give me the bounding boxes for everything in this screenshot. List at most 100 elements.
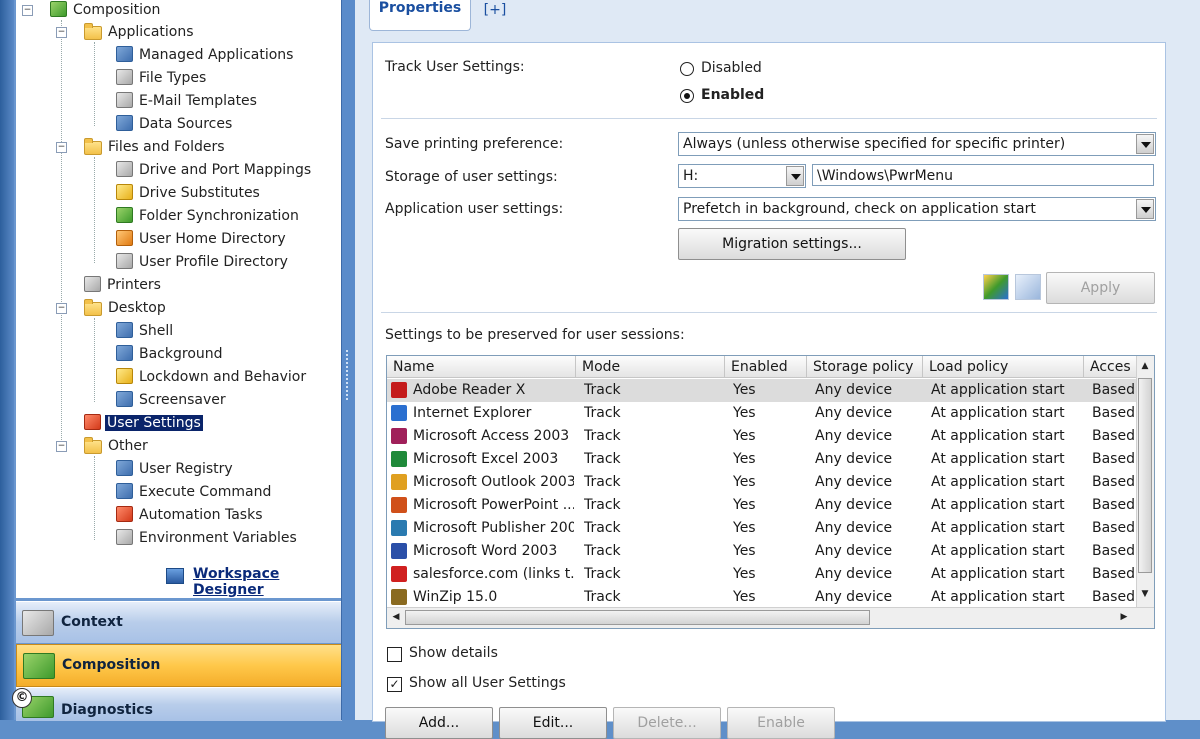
collapse-icon[interactable]: −: [56, 27, 67, 38]
scroll-right-icon[interactable]: ▶: [1117, 609, 1131, 625]
table-row[interactable]: WinZip 15.0 Track Yes Any device At applicat…: [387, 586, 1137, 609]
table-row[interactable]: Adobe Reader X Track Yes Any device At appli…: [387, 379, 1137, 402]
table-row[interactable]: Microsoft Word 2003 Track Yes Any device At …: [387, 540, 1137, 563]
tree-item-email-templates[interactable]: E-Mail Templates: [116, 90, 259, 112]
tab-properties[interactable]: Properties: [369, 0, 471, 31]
table-row[interactable]: Microsoft Publisher 2003 Track Yes Any devi…: [387, 517, 1137, 540]
profile-directory-icon: [116, 253, 133, 269]
tree-item-drive-substitutes[interactable]: Drive Substitutes: [116, 182, 262, 204]
table-row[interactable]: Microsoft PowerPoint ... Track Yes Any devi…: [387, 494, 1137, 517]
enable-button[interactable]: Enable: [727, 707, 835, 739]
table-cell: Track: [584, 566, 621, 582]
tree-item-data-sources[interactable]: Data Sources: [116, 113, 234, 135]
scroll-down-icon[interactable]: ▼: [1138, 586, 1152, 602]
drive-substitutes-icon: [116, 184, 133, 200]
column-header[interactable]: Name: [387, 356, 576, 378]
chevron-down-icon[interactable]: [1136, 199, 1154, 219]
composition-icon: [23, 653, 55, 679]
column-header[interactable]: Storage policy: [807, 356, 923, 378]
table-row[interactable]: Microsoft Access 2003 Track Yes Any device A…: [387, 425, 1137, 448]
delete-button[interactable]: Delete...: [613, 707, 721, 739]
show-all-label[interactable]: Show all User Settings: [409, 675, 566, 691]
pane-splitter[interactable]: [341, 0, 356, 720]
collapse-icon[interactable]: −: [56, 441, 67, 452]
workspace-designer-link[interactable]: Workspace Designer: [193, 566, 341, 598]
show-details-label[interactable]: Show details: [409, 645, 498, 661]
radio-disabled[interactable]: [680, 62, 694, 76]
scroll-thumb[interactable]: [1138, 378, 1152, 573]
column-header[interactable]: Enabled: [725, 356, 807, 378]
column-header[interactable]: Acces: [1084, 356, 1144, 378]
table-cell: WinZip 15.0: [413, 589, 498, 605]
table-cell: Based: [1092, 497, 1135, 513]
tree-item-folder-synchronization[interactable]: Folder Synchronization: [116, 205, 301, 227]
column-header[interactable]: Load policy: [923, 356, 1084, 378]
scroll-thumb[interactable]: [405, 610, 870, 625]
table-row[interactable]: Microsoft Excel 2003 Track Yes Any device At…: [387, 448, 1137, 471]
table-cell: Yes: [733, 474, 756, 490]
tree-item-screensaver[interactable]: Screensaver: [116, 389, 228, 411]
vertical-scrollbar[interactable]: ▲ ▼: [1136, 356, 1154, 607]
save-printing-select[interactable]: Always (unless otherwise specified for s…: [678, 132, 1156, 156]
tree-item-environment-variables[interactable]: Environment Variables: [116, 527, 299, 549]
add-button[interactable]: Add...: [385, 707, 493, 739]
tree-item-automation-tasks[interactable]: Automation Tasks: [116, 504, 265, 526]
table-row[interactable]: Internet Explorer Track Yes Any device At ap…: [387, 402, 1137, 425]
tree-item-background[interactable]: Background: [116, 343, 225, 365]
tree-item-user-profile-directory[interactable]: User Profile Directory: [116, 251, 290, 273]
grid-section-label: Settings to be preserved for user sessio…: [385, 327, 685, 343]
tree-item-user-registry[interactable]: User Registry: [116, 458, 235, 480]
tree-item-managed-applications[interactable]: Managed Applications: [116, 44, 295, 66]
nav-context-button[interactable]: Context: [16, 601, 342, 643]
user-settings-icon: [84, 414, 101, 430]
user-settings-panel: Track User Settings: Disabled Enabled Sa…: [372, 42, 1166, 739]
collapse-icon[interactable]: −: [56, 142, 67, 153]
radio-disabled-label[interactable]: Disabled: [701, 60, 762, 76]
table-cell: Any device: [815, 451, 893, 467]
divider: [381, 312, 1157, 313]
tree-label: Drive and Port Mappings: [139, 162, 312, 178]
tree-item-shell[interactable]: Shell: [116, 320, 175, 342]
horizontal-scrollbar[interactable]: ◀ ▶: [387, 607, 1154, 628]
apply-button[interactable]: Apply: [1046, 272, 1155, 304]
show-all-checkbox[interactable]: ✓: [387, 677, 402, 692]
tree-item-file-types[interactable]: File Types: [116, 67, 208, 89]
navigation-pane: − Composition − Applications Managed App…: [0, 0, 347, 721]
table-cell: Based: [1092, 474, 1135, 490]
storage-path-field[interactable]: \Windows\PwrMenu: [812, 164, 1154, 186]
splitter-grip[interactable]: [346, 350, 351, 400]
tree-item-execute-command[interactable]: Execute Command: [116, 481, 273, 503]
tree-item-user-home-directory[interactable]: User Home Directory: [116, 228, 288, 250]
tree-item-drive-and-port-mappings[interactable]: Drive and Port Mappings: [116, 159, 313, 181]
app-settings-select[interactable]: Prefetch in background, check on applica…: [678, 197, 1156, 221]
table-cell: Track: [584, 382, 621, 398]
nav-composition-button[interactable]: Composition: [16, 644, 344, 687]
table-row[interactable]: salesforce.com (links t... Track Yes Any de…: [387, 563, 1137, 586]
storage-label: Storage of user settings:: [385, 169, 558, 185]
radio-enabled[interactable]: [680, 89, 694, 103]
nav-diagnostics-button[interactable]: Diagnostics: [16, 687, 342, 721]
chevron-down-icon[interactable]: [1136, 134, 1154, 154]
table-cell: Microsoft Access 2003: [413, 428, 570, 444]
radio-enabled-label[interactable]: Enabled: [701, 87, 764, 103]
chevron-down-icon[interactable]: [786, 166, 804, 186]
scroll-up-icon[interactable]: ▲: [1138, 358, 1152, 374]
tab-add[interactable]: [+]: [480, 0, 510, 32]
migration-settings-button[interactable]: Migration settings...: [678, 228, 906, 260]
collapse-icon[interactable]: −: [56, 303, 67, 314]
tree-item-lockdown-and-behavior[interactable]: Lockdown and Behavior: [116, 366, 308, 388]
edit-button[interactable]: Edit...: [499, 707, 607, 739]
collapse-icon[interactable]: −: [22, 5, 33, 16]
storage-drive-select[interactable]: H:: [678, 164, 806, 188]
chart-icon[interactable]: [983, 274, 1009, 300]
table-row[interactable]: Microsoft Outlook 2003 Track Yes Any device…: [387, 471, 1137, 494]
tree-item-user-settings[interactable]: User Settings: [84, 412, 203, 434]
column-header[interactable]: Mode: [576, 356, 725, 378]
document-icon[interactable]: [1015, 274, 1041, 300]
tree-item-printers[interactable]: Printers: [84, 274, 163, 296]
printer-icon: [84, 276, 101, 292]
table-cell: Any device: [815, 474, 893, 490]
table-cell: Any device: [815, 589, 893, 605]
show-details-checkbox[interactable]: [387, 647, 402, 662]
scroll-left-icon[interactable]: ◀: [389, 609, 403, 625]
